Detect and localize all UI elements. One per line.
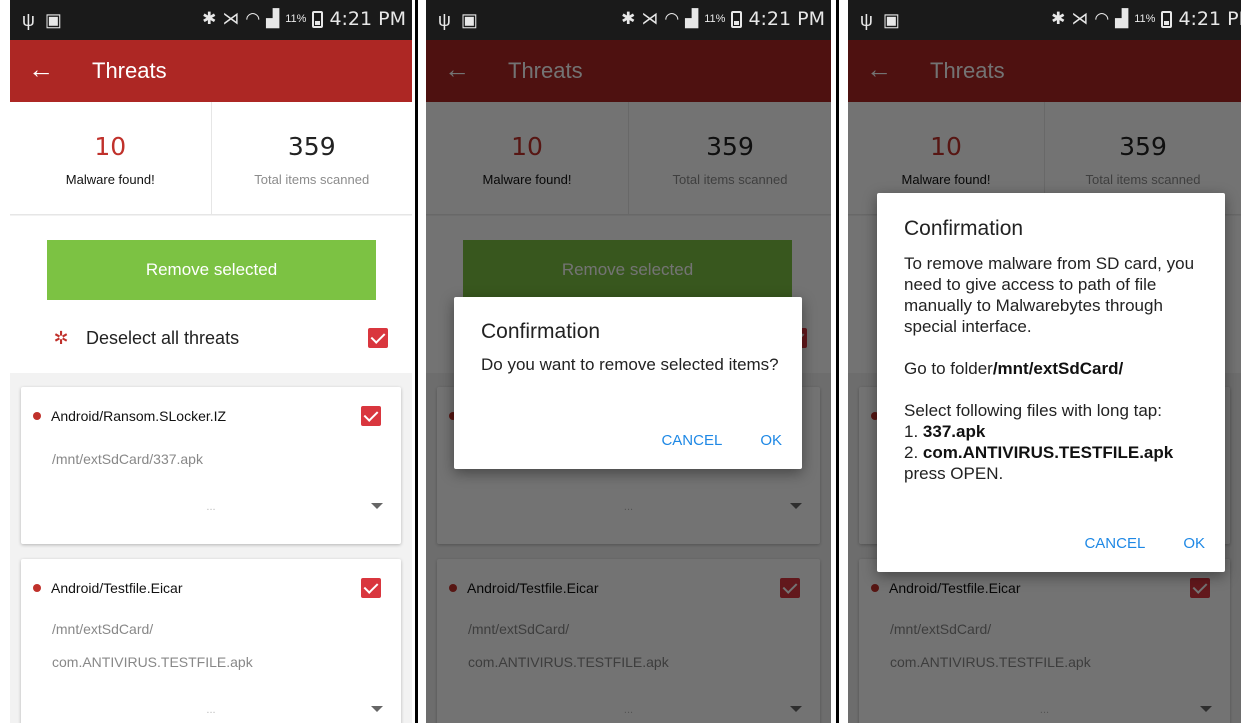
signal-icon: ▟ xyxy=(685,9,699,28)
remove-confirmation-dialog: Confirmation Do you want to remove selec… xyxy=(454,297,802,469)
select-text: Select following files with long tap: xyxy=(904,401,1162,420)
battery-icon xyxy=(731,10,743,28)
usb-icon: ψ xyxy=(860,10,873,30)
bluetooth-icon: ✱ xyxy=(1051,9,1066,28)
expand-chevron-icon[interactable] xyxy=(371,706,383,712)
battery-percent: 11% xyxy=(285,13,307,25)
cancel-button[interactable]: CANCEL xyxy=(661,432,722,449)
threat-severity-dot xyxy=(33,412,41,420)
status-bar: ψ ▣ ✱ ⋊ ◠ ▟ 11% 4:21 PM xyxy=(848,0,1241,40)
remove-selected-button[interactable]: Remove selected xyxy=(47,240,376,300)
dialog-title: Confirmation xyxy=(904,217,1024,240)
scanned-count: 359 xyxy=(287,132,336,161)
mute-icon: ⋊ xyxy=(1071,9,1089,28)
ok-button[interactable]: OK xyxy=(760,432,782,449)
file-2: 2. com.ANTIVIRUS.TESTFILE.apk xyxy=(904,442,1209,463)
dialog-intro: To remove malware from SD card, you need… xyxy=(904,254,1195,336)
deselect-all-row[interactable]: ✲ Deselect all threats xyxy=(50,324,388,352)
file-1: 1. 337.apk xyxy=(904,421,1209,442)
file-1-name: 337.apk xyxy=(922,422,986,441)
malware-count: 10 xyxy=(94,132,127,161)
threat-checkbox[interactable] xyxy=(361,406,381,426)
threat-name: Android/Testfile.Eicar xyxy=(51,580,183,596)
threat-controls: Remove selected ✲ Deselect all threats xyxy=(10,216,412,373)
malware-found-stat: 10 Malware found! xyxy=(10,102,211,214)
cancel-button[interactable]: CANCEL xyxy=(1084,535,1145,552)
wifi-icon: ◠ xyxy=(245,9,261,28)
scan-stats: 10 Malware found! 359 Total items scanne… xyxy=(10,102,412,215)
dialog-title: Confirmation xyxy=(481,320,601,343)
expand-chevron-icon[interactable] xyxy=(371,503,383,509)
dialog-message: Do you want to remove selected items? xyxy=(481,355,779,374)
goto-prefix: Go to folder xyxy=(904,359,993,378)
ok-button[interactable]: OK xyxy=(1183,535,1205,552)
malware-label: Malware found! xyxy=(65,172,155,187)
wifi-icon: ◠ xyxy=(664,9,680,28)
items-scanned-stat: 359 Total items scanned xyxy=(210,102,413,214)
back-arrow-icon[interactable]: ← xyxy=(28,54,54,84)
phone-screen-remove-confirmation: ψ ▣ ✱ ⋊ ◠ ▟ 11% 4:21 PM ← Threats 10 Mal… xyxy=(426,0,831,723)
threat-path-line-1: /mnt/extSdCard/ xyxy=(52,621,154,637)
file-1-prefix: 1. xyxy=(904,422,923,441)
threat-card[interactable]: Android/Testfile.Eicar /mnt/extSdCard/ c… xyxy=(21,559,401,723)
threat-path-line-2: com.ANTIVIRUS.TESTFILE.apk xyxy=(52,654,253,670)
panel-divider xyxy=(836,0,839,723)
page-title: Threats xyxy=(92,58,167,83)
clock: 4:21 PM xyxy=(329,8,406,30)
threat-more: ... xyxy=(206,501,216,513)
usb-icon: ψ xyxy=(22,10,35,30)
dialog-body: To remove malware from SD card, you need… xyxy=(904,253,1209,484)
bug-icon: ✲ xyxy=(53,327,69,348)
deselect-all-checkbox[interactable] xyxy=(368,328,388,348)
file-2-name: com.ANTIVIRUS.TESTFILE.apk xyxy=(922,443,1174,462)
clock: 4:21 PM xyxy=(748,8,825,30)
clock: 4:21 PM xyxy=(1178,8,1241,30)
phone-screen-sdcard-confirmation: ψ ▣ ✱ ⋊ ◠ ▟ 11% 4:21 PM ← Threats 10 Mal… xyxy=(848,0,1241,723)
wifi-icon: ◠ xyxy=(1094,9,1110,28)
app-bar: ← Threats xyxy=(10,40,412,102)
mute-icon: ⋊ xyxy=(222,9,240,28)
threat-path: /mnt/extSdCard/337.apk xyxy=(52,451,203,467)
status-bar: ψ ▣ ✱ ⋊ ◠ ▟ 11% 4:21 PM xyxy=(10,0,412,40)
sd-card-icon: ▣ xyxy=(882,10,900,30)
sd-card-icon: ▣ xyxy=(44,10,62,30)
signal-icon: ▟ xyxy=(266,9,280,28)
sd-card-icon: ▣ xyxy=(460,10,478,30)
press-open-text: press OPEN. xyxy=(904,464,1004,483)
signal-icon: ▟ xyxy=(1115,9,1129,28)
threat-severity-dot xyxy=(33,584,41,592)
sdcard-access-dialog: Confirmation To remove malware from SD c… xyxy=(877,193,1225,572)
panel-divider xyxy=(415,0,418,723)
dialog-file-instructions: Select following files with long tap: 1.… xyxy=(904,400,1209,484)
dialog-goto-folder: Go to folder/mnt/extSdCard/ xyxy=(904,358,1209,379)
threat-name: Android/Ransom.SLocker.IZ xyxy=(51,408,227,424)
file-2-prefix: 2. xyxy=(904,443,923,462)
battery-icon xyxy=(312,10,324,28)
deselect-all-label: Deselect all threats xyxy=(86,327,240,348)
threat-card[interactable]: Android/Ransom.SLocker.IZ /mnt/extSdCard… xyxy=(21,387,401,544)
battery-percent: 11% xyxy=(1134,13,1156,25)
bluetooth-icon: ✱ xyxy=(621,9,636,28)
status-bar: ψ ▣ ✱ ⋊ ◠ ▟ 11% 4:21 PM xyxy=(426,0,831,40)
threat-more: ... xyxy=(206,704,216,716)
usb-icon: ψ xyxy=(438,10,451,30)
threat-checkbox[interactable] xyxy=(361,578,381,598)
dialog-actions: CANCEL OK xyxy=(1084,514,1225,572)
scanned-label: Total items scanned xyxy=(254,172,370,187)
bluetooth-icon: ✱ xyxy=(202,9,217,28)
goto-folder-path: /mnt/extSdCard/ xyxy=(992,359,1124,378)
dialog-actions: CANCEL OK xyxy=(661,411,802,469)
battery-percent: 11% xyxy=(704,13,726,25)
phone-screen-threats: ψ ▣ ✱ ⋊ ◠ ▟ 11% 4:21 PM ← Threats 10 Mal… xyxy=(10,0,412,723)
battery-icon xyxy=(1161,10,1173,28)
mute-icon: ⋊ xyxy=(641,9,659,28)
